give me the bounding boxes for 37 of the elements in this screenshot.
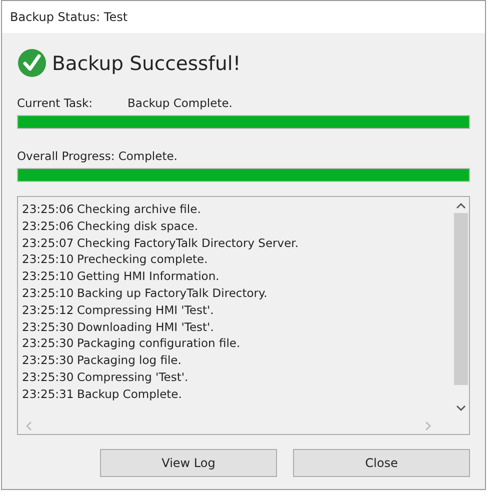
scroll-down-icon[interactable] bbox=[456, 405, 466, 411]
log-message: Backing up FactoryTalk Directory. bbox=[77, 286, 268, 302]
scroll-up-icon[interactable] bbox=[456, 203, 466, 209]
log-time: 23:25:30 bbox=[22, 353, 75, 370]
log-message: Packaging configuration file. bbox=[77, 336, 240, 352]
log-message: Downloading HMI 'Test'. bbox=[77, 320, 214, 336]
window-title: Backup Status: Test bbox=[10, 10, 128, 24]
log-message: Getting HMI Information. bbox=[77, 269, 220, 286]
log-message: Compressing 'Test'. bbox=[77, 370, 188, 386]
current-task-value: Backup Complete. bbox=[128, 96, 232, 112]
dialog-button[interactable]: View Log bbox=[100, 449, 277, 477]
log-message: Packaging log file. bbox=[77, 353, 182, 370]
log-message: Checking disk space. bbox=[77, 218, 198, 235]
scroll-thumb[interactable] bbox=[454, 213, 468, 385]
log-time: 23:25:10 bbox=[22, 269, 75, 286]
log-time: 23:25:31 bbox=[22, 386, 75, 403]
scroll-left-icon[interactable] bbox=[26, 420, 32, 430]
log-message: Backup Complete. bbox=[77, 386, 182, 403]
check-icon bbox=[17, 48, 47, 78]
log-time: 23:25:10 bbox=[22, 286, 75, 302]
log-time: 23:25:06 bbox=[22, 218, 75, 235]
log-message: Checking archive file. bbox=[77, 202, 201, 218]
log-message: Checking FactoryTalk Directory Server. bbox=[77, 236, 298, 252]
log-time: 23:25:30 bbox=[22, 370, 75, 386]
status-message: Backup Successful! bbox=[52, 52, 241, 74]
log-time: 23:25:30 bbox=[22, 336, 75, 352]
log-message: Prechecking complete. bbox=[77, 252, 208, 268]
dialog-button[interactable]: Close bbox=[293, 449, 470, 477]
log-time: 23:25:30 bbox=[22, 320, 75, 336]
current-task-label: Current Task: bbox=[17, 96, 93, 112]
scroll-right-icon[interactable] bbox=[425, 420, 431, 430]
overall-progress-label: Overall Progress: Complete. bbox=[17, 149, 178, 165]
log-time: 23:25:12 bbox=[22, 302, 75, 319]
log-time: 23:25:10 bbox=[22, 252, 75, 268]
log-time: 23:25:07 bbox=[22, 236, 75, 252]
log-message: Compressing HMI 'Test'. bbox=[77, 302, 214, 319]
log-time: 23:25:06 bbox=[22, 202, 75, 218]
